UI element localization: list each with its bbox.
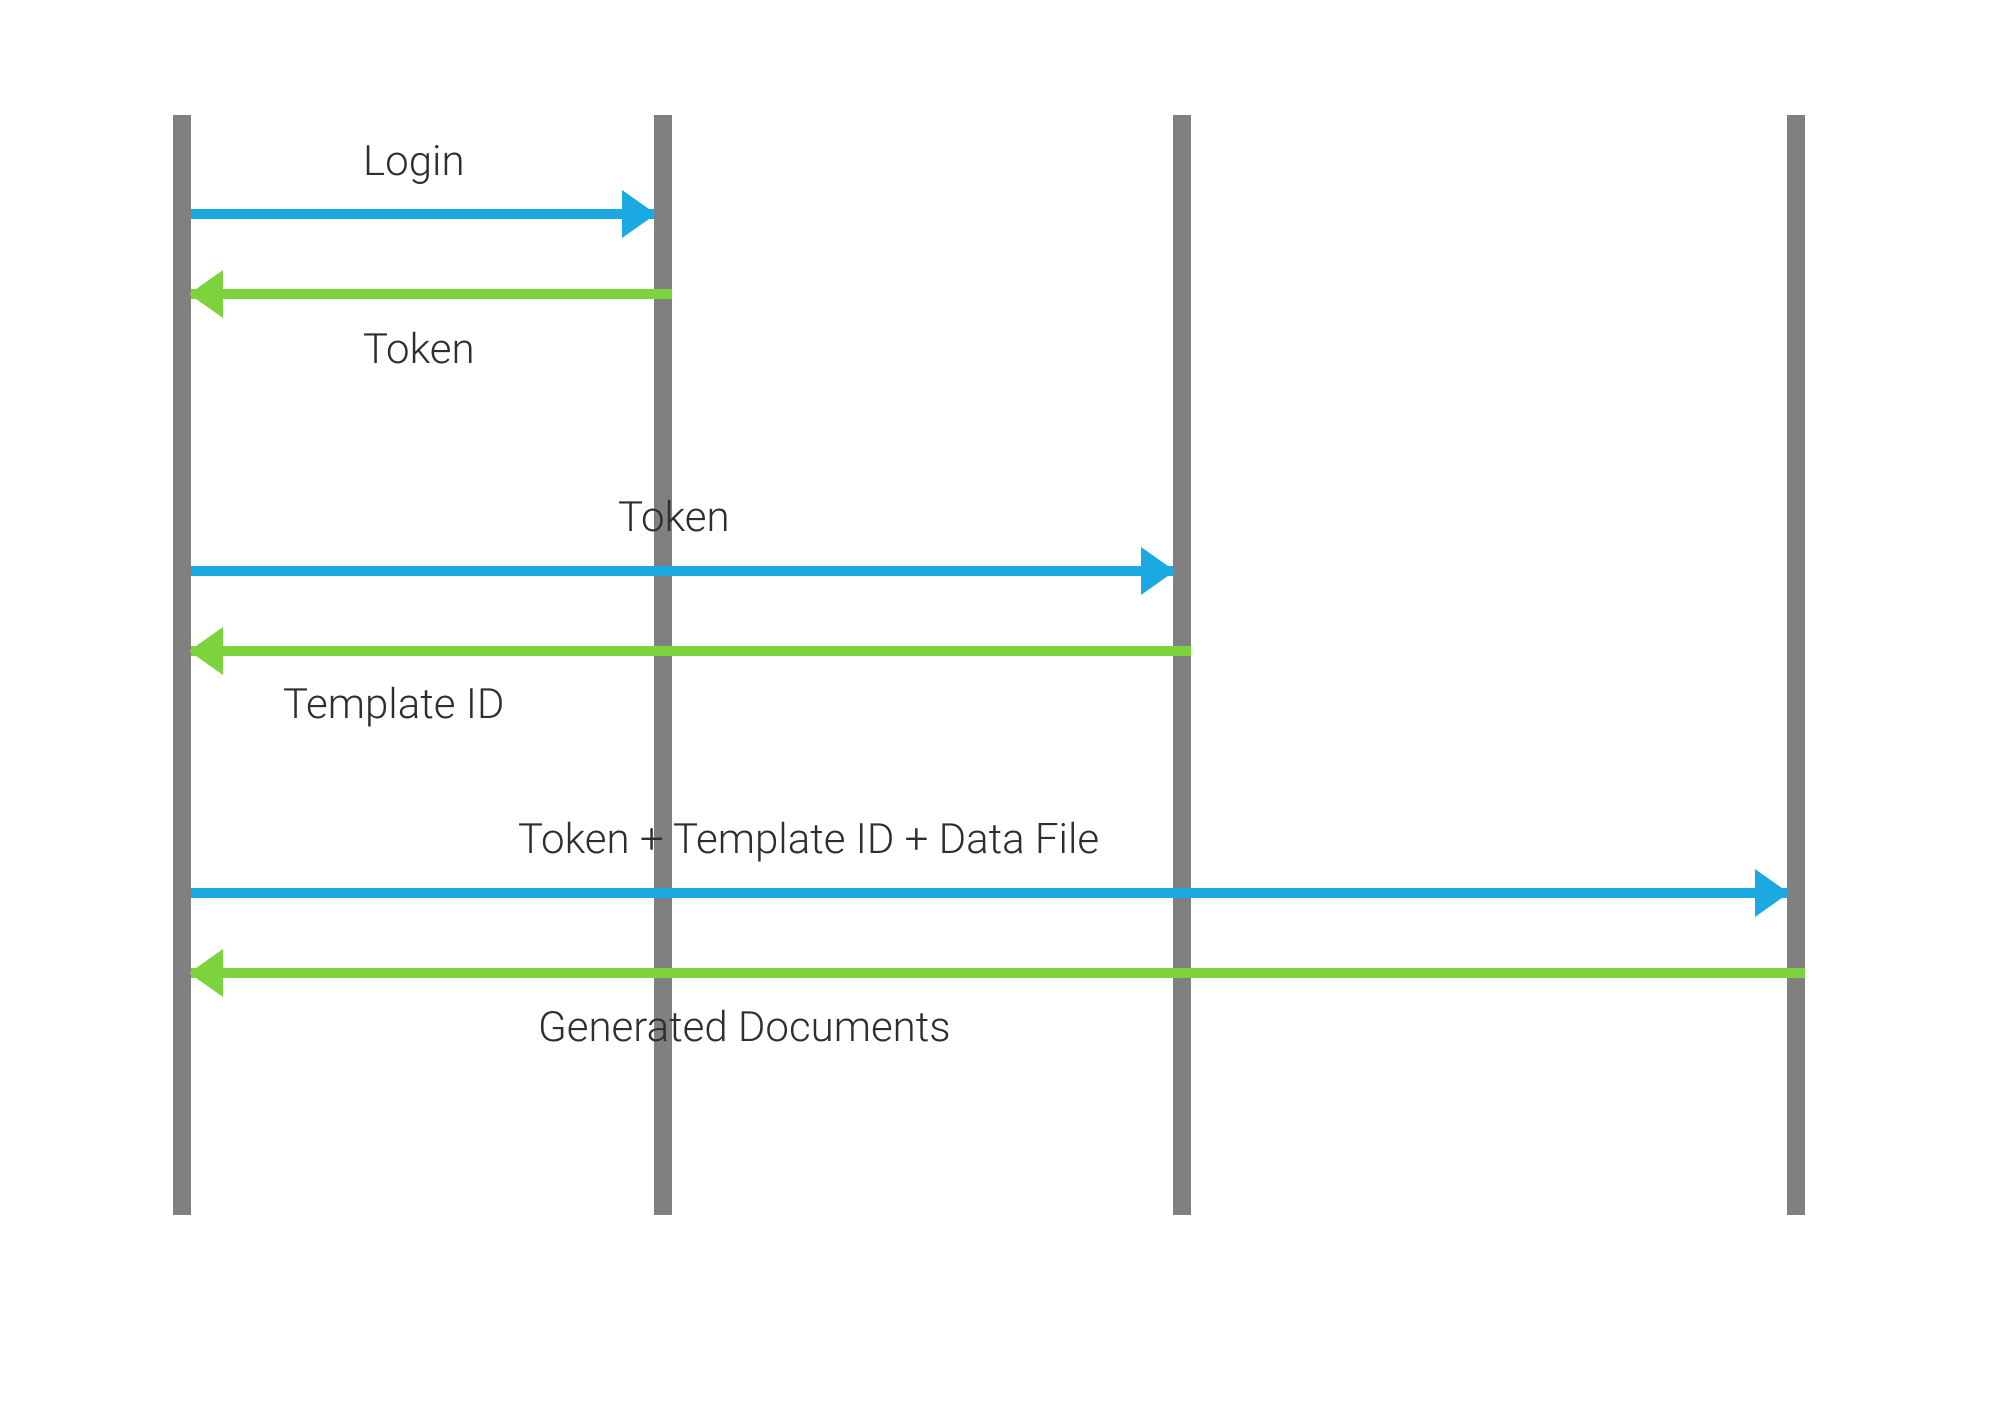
message-generated-docs-label: Generated Documents [538,1003,951,1052]
message-generate-request-label: Token + Template ID + Data File [518,815,1099,864]
message-generate-request-arrow [191,869,1787,917]
message-template-id-label: Template ID [283,680,504,729]
message-token-send-label: Token [618,493,730,542]
message-login-label: Login [363,137,465,186]
sequence-diagram: Login Token Token Template ID Token + Te… [173,115,1851,1235]
message-login-arrow [191,190,654,238]
message-token-return-label: Token [363,325,475,374]
message-token-return-arrow [191,270,672,318]
message-token-send-arrow [191,547,1173,595]
message-generated-docs-arrow [191,949,1805,997]
message-template-id-arrow [191,627,1191,675]
lifeline-docgen-service [1787,115,1805,1215]
